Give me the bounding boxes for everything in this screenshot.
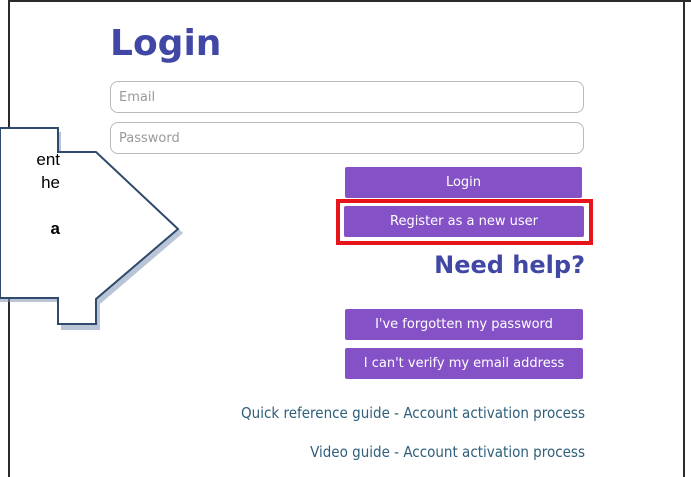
page: Login Login Register as a new user Need …: [0, 0, 691, 477]
password-field[interactable]: [110, 122, 584, 154]
frame-right-border: [683, 0, 685, 477]
register-button[interactable]: Register as a new user: [344, 206, 584, 237]
callout-line-4: a: [50, 219, 60, 238]
video-guide-link[interactable]: Video guide - Account activation process: [310, 442, 585, 462]
page-title: Login: [110, 23, 222, 64]
callout-line-2: he: [41, 173, 60, 192]
email-field[interactable]: [110, 81, 584, 113]
frame-top-border: [8, 0, 691, 2]
verify-email-button[interactable]: I can't verify my email address: [345, 348, 583, 379]
need-help-heading: Need help?: [434, 251, 585, 279]
forgot-password-button[interactable]: I've forgotten my password: [345, 309, 583, 340]
callout-line-3: [0, 194, 60, 217]
callout-line-1: ent: [36, 150, 60, 169]
quick-reference-guide-link[interactable]: Quick reference guide - Account activati…: [241, 403, 585, 423]
login-button[interactable]: Login: [345, 167, 582, 198]
callout-text: ent he a: [0, 148, 60, 240]
